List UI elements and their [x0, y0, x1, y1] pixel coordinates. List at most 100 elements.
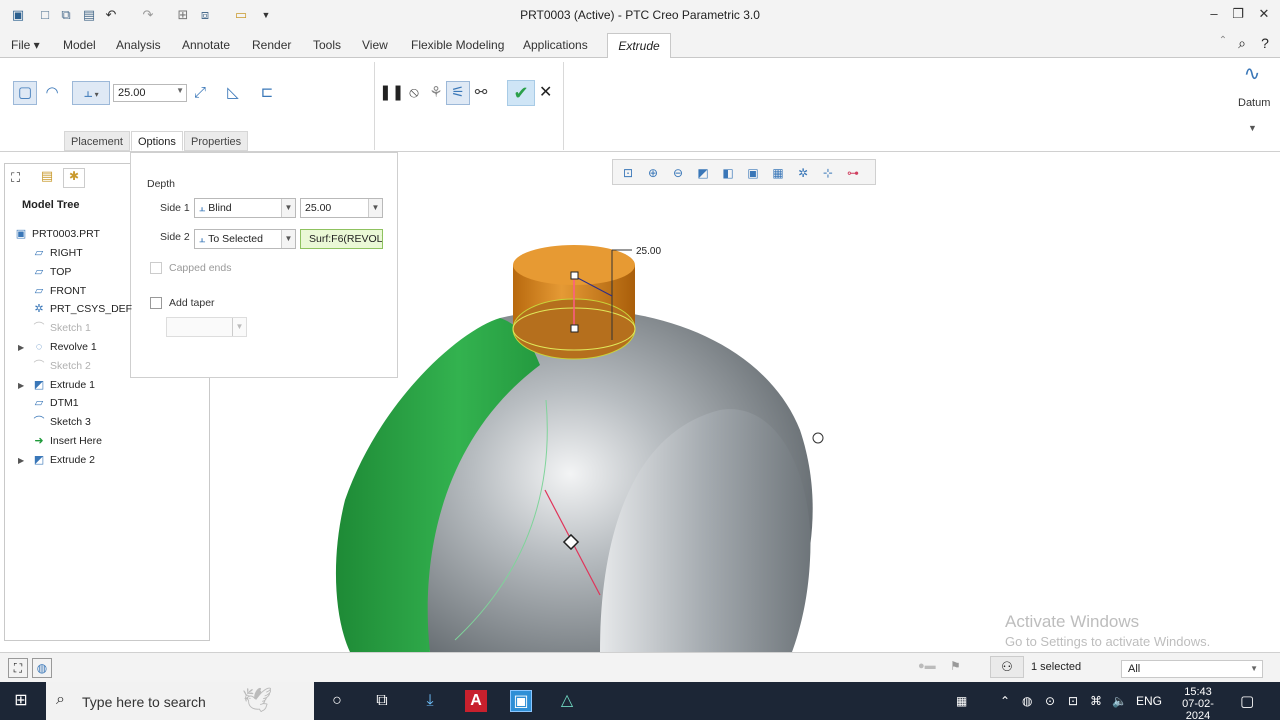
verify-preview-icon[interactable]: ⚟ — [446, 81, 470, 105]
restore-button[interactable]: ❐ — [1228, 6, 1248, 24]
annotation-display-icon[interactable]: ⊶ — [844, 164, 862, 182]
model-tree-header: Model Tree — [22, 199, 80, 211]
tree-item[interactable]: ➜ Insert Here — [32, 433, 102, 449]
solid-extrude-icon[interactable]: ▢ — [13, 81, 37, 105]
tree-item[interactable]: ▣ PRT0003.PRT — [14, 226, 100, 242]
preview-icon[interactable]: ⚘ — [424, 81, 448, 105]
cancel-x-icon[interactable]: ✕ — [539, 82, 552, 102]
network-icon[interactable]: ⌘ — [1090, 694, 1102, 708]
expand-toggle[interactable]: ▶ — [18, 381, 24, 390]
refit-icon[interactable]: ⊡ — [619, 164, 637, 182]
menu-flexible-modeling[interactable]: Flexible Modeling — [411, 38, 504, 52]
sketch-icon: ⌒ — [33, 322, 45, 334]
menu-annotate[interactable]: Annotate — [182, 38, 230, 52]
tree-item[interactable]: ⌒ Sketch 3 — [32, 414, 91, 430]
add-taper-checkbox[interactable] — [150, 297, 162, 309]
tree-item[interactable]: ▱ RIGHT — [32, 245, 83, 261]
ribbon-separator — [374, 62, 375, 150]
message-flag-icon[interactable]: ⚑ — [950, 659, 961, 673]
find-binoculars-icon[interactable]: ⚇ — [990, 656, 1024, 678]
menu-tools[interactable]: Tools — [313, 38, 341, 52]
selection-filter-select[interactable]: All ▼ — [1121, 660, 1263, 678]
language-indicator[interactable]: ENG — [1136, 694, 1162, 708]
expand-toggle[interactable]: ▶ — [18, 343, 24, 352]
tree-item[interactable]: ▱ TOP — [32, 264, 72, 280]
pause-icon[interactable]: ❚❚ — [378, 81, 404, 105]
help-icon[interactable]: ? — [1256, 35, 1274, 53]
extrude-icon: ◩ — [33, 454, 45, 466]
view-manager-icon[interactable]: ▦ — [769, 164, 787, 182]
zoom-in-icon[interactable]: ⊕ — [644, 164, 662, 182]
collapse-ribbon-icon[interactable]: ⌃ — [1214, 35, 1232, 53]
menu-render[interactable]: Render — [252, 38, 291, 52]
creo-icon[interactable]: ▣ — [510, 690, 532, 712]
windows-start-icon[interactable]: ⊞ — [10, 690, 32, 712]
menu-file[interactable]: File ▾ — [11, 38, 40, 52]
menu-model[interactable]: Model — [63, 38, 96, 52]
menu-view[interactable]: View — [362, 38, 388, 52]
taskbar-clock[interactable]: 15:43 07-02-2024 — [1170, 686, 1226, 722]
tray-icon-2[interactable]: ⊙ — [1045, 694, 1055, 708]
favorites-icon[interactable]: ✱ — [63, 168, 85, 188]
tree-item[interactable]: ▱ DTM1 — [32, 395, 79, 411]
taper-angle-select[interactable]: ▼ — [166, 317, 247, 337]
tab-properties[interactable]: Properties — [184, 131, 249, 151]
datum-dropdown-icon[interactable]: ▼ — [1248, 123, 1257, 133]
datum-icon[interactable]: ∿ — [1240, 62, 1264, 86]
tray-icon-3[interactable]: ⊡ — [1068, 694, 1078, 708]
taskbar-search[interactable]: ⌕ Type here to search 🕊 — [46, 682, 314, 720]
tree-item[interactable]: ◩ Extrude 1 — [32, 377, 95, 393]
zoom-out-icon[interactable]: ⊖ — [669, 164, 687, 182]
tray-icon-1[interactable]: ◍ — [1022, 694, 1032, 708]
tree-item[interactable]: ◌ Revolve 1 — [32, 339, 97, 355]
repaint-icon[interactable]: ◩ — [694, 164, 712, 182]
tree-item[interactable]: ◩ Extrude 2 — [32, 452, 95, 468]
task-view-icon[interactable]: ⧉ — [371, 690, 393, 712]
menu-analysis[interactable]: Analysis — [116, 38, 161, 52]
depth-option-icon[interactable]: ⫠ ▾ — [72, 81, 110, 105]
autocad-icon[interactable]: A — [465, 690, 487, 712]
datum-label[interactable]: Datum — [1238, 97, 1270, 109]
spin-center-icon[interactable]: ⊹ — [819, 164, 837, 182]
browser-toggle-icon[interactable]: ◍ — [32, 658, 52, 678]
tree-filter-icon[interactable]: ⛶ — [11, 170, 20, 186]
side2-depth-select[interactable]: ⫠ To Selected ▼ — [194, 229, 296, 249]
surface-extrude-icon[interactable]: ◠ — [40, 81, 64, 105]
search-icon[interactable]: ⌕ — [1233, 35, 1251, 53]
navigator-toggle-icon[interactable]: ⛶ — [8, 658, 28, 678]
creo-app-icon[interactable]: △ — [556, 690, 578, 712]
tree-item[interactable]: ⌒ Sketch 2 — [32, 358, 91, 374]
glasses-preview-icon[interactable]: ⚯ — [469, 81, 493, 105]
side1-depth-select[interactable]: ⫠ Blind ▼ — [194, 198, 296, 218]
datum-display-icon[interactable]: ✲ — [794, 164, 812, 182]
capped-ends-checkbox[interactable] — [150, 262, 162, 274]
menu-applications[interactable]: Applications — [523, 38, 588, 52]
depth-value-input[interactable]: 25.00 ▼ — [113, 84, 187, 102]
remove-material-icon[interactable]: ◺ — [221, 81, 245, 105]
tab-placement[interactable]: Placement — [64, 131, 130, 151]
selection-count: 1 selected — [1031, 661, 1082, 673]
close-button[interactable]: ✕ — [1254, 6, 1274, 24]
saved-orientations-icon[interactable]: ▣ — [744, 164, 762, 182]
volume-icon[interactable]: 🔈 — [1112, 694, 1127, 708]
tree-item[interactable]: ▱ FRONT — [32, 283, 86, 299]
tab-extrude[interactable]: Extrude — [607, 33, 671, 59]
ok-check-button[interactable]: ✔ — [507, 80, 535, 106]
input-indicator-icon[interactable]: ▦ — [956, 694, 967, 708]
thicken-sketch-icon[interactable]: ⊏ — [255, 81, 279, 105]
no-preview-icon[interactable]: ⦸ — [402, 81, 426, 105]
cortana-icon[interactable]: ○ — [326, 690, 348, 712]
tree-item[interactable]: ✲ PRT_CSYS_DEF — [32, 301, 132, 317]
folder-browser-icon[interactable]: ▤ — [36, 168, 58, 188]
side1-value-input[interactable]: 25.00 ▼ — [300, 198, 383, 218]
taskbar-app-icon[interactable]: ⤓ — [419, 690, 441, 712]
tree-item[interactable]: ⌒ Sketch 1 — [32, 320, 91, 336]
tab-options[interactable]: Options — [131, 131, 183, 151]
flip-direction-icon[interactable]: ⤢ — [188, 81, 212, 105]
show-hidden-icons[interactable]: ⌃ — [1000, 694, 1010, 708]
notifications-icon[interactable]: ▢ — [1240, 692, 1254, 710]
display-style-icon[interactable]: ◧ — [719, 164, 737, 182]
side2-reference-collector[interactable]: Surf:F6(REVOLV — [300, 229, 383, 249]
expand-toggle[interactable]: ▶ — [18, 456, 24, 465]
minimize-button[interactable]: – — [1204, 6, 1224, 24]
